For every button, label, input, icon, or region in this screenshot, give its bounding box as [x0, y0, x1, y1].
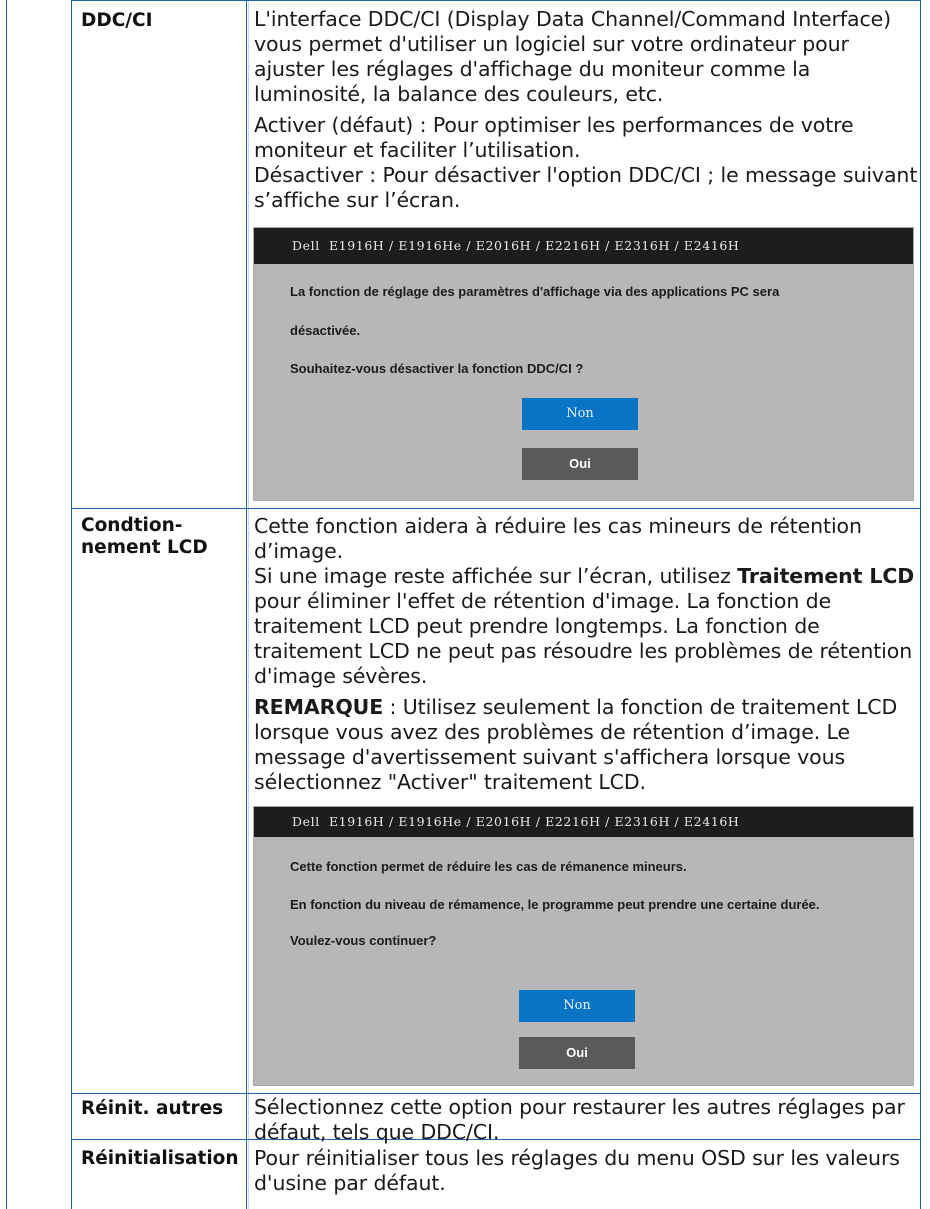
row-desc-ddcci: L'interface DDC/CI (Display Data Channel… — [254, 7, 920, 213]
text-segment: Si une image reste affichée sur l’écran,… — [254, 564, 738, 588]
text-segment: pour éliminer l'effet de rétention d'ima… — [254, 589, 913, 688]
oui-button[interactable]: Oui — [522, 448, 638, 480]
row-desc-lcd: Cette fonction aidera à réduire les cas … — [254, 514, 920, 795]
osd-message-line: Cette fonction permet de réduire les cas… — [290, 859, 687, 874]
osd-dialog-header: Dell E1916H / E1916He / E2016H / E2216H … — [254, 807, 913, 837]
row-label-reinit-autres: Réinit. autres — [81, 1098, 224, 1119]
label-line: Condtion- — [81, 515, 183, 536]
paragraph: L'interface DDC/CI (Display Data Channel… — [254, 7, 892, 106]
row-label-ddcci: DDC/CI — [81, 10, 153, 31]
label-line: nement LCD — [81, 537, 208, 558]
table-border-mid2 — [248, 0, 249, 1209]
row-divider — [71, 508, 921, 509]
row-desc-reinit-autres: Sélectionnez cette option pour restaurer… — [254, 1095, 920, 1145]
osd-dialog-ddcci: Dell E1916H / E1916He / E2016H / E2216H … — [253, 227, 914, 501]
table-border-right — [920, 0, 921, 1209]
paragraph: REMARQUE : Utilisez seulement la fonctio… — [254, 695, 920, 795]
paragraph: Sélectionnez cette option pour restaurer… — [254, 1095, 905, 1144]
non-button[interactable]: Non — [519, 990, 635, 1022]
osd-message-line: désactivée. — [290, 323, 361, 338]
paragraph: Cette fonction aidera à réduire les cas … — [254, 514, 862, 563]
row-desc-reinitialisation: Pour réinitialiser tous les réglages du … — [254, 1146, 920, 1196]
paragraph: Pour réinitialiser tous les réglages du … — [254, 1146, 900, 1195]
table-border-mid — [246, 0, 247, 1209]
emphasis-remarque: REMARQUE — [254, 695, 384, 719]
osd-message-line: La fonction de réglage des paramètres d'… — [290, 284, 780, 299]
table-border-left — [6, 0, 7, 1209]
oui-button[interactable]: Oui — [519, 1037, 635, 1069]
osd-dialog-header: Dell E1916H / E1916He / E2016H / E2216H … — [254, 228, 913, 264]
osd-message-line: En fonction du niveau de rémamence, le p… — [290, 897, 820, 912]
paragraph: Activer (défaut) : Pour optimiser les pe… — [254, 113, 854, 162]
non-button[interactable]: Non — [522, 398, 638, 430]
row-divider — [71, 1093, 921, 1094]
row-divider — [71, 0, 921, 1]
row-label-reinitialisation: Réinitialisation — [81, 1148, 239, 1169]
table-border-label — [71, 0, 72, 1209]
paragraph: Si une image reste affichée sur l’écran,… — [254, 564, 920, 689]
row-label-lcd: Condtion- nement LCD — [81, 515, 208, 559]
osd-message-line: Voulez-vous continuer? — [290, 933, 437, 948]
osd-message-line: Souhaitez-vous désactiver la fonction DD… — [290, 361, 584, 376]
emphasis-traitement-lcd: Traitement LCD — [737, 564, 915, 588]
paragraph: Désactiver : Pour désactiver l'option DD… — [254, 163, 918, 212]
osd-dialog-lcd: Dell E1916H / E1916He / E2016H / E2216H … — [253, 806, 914, 1086]
